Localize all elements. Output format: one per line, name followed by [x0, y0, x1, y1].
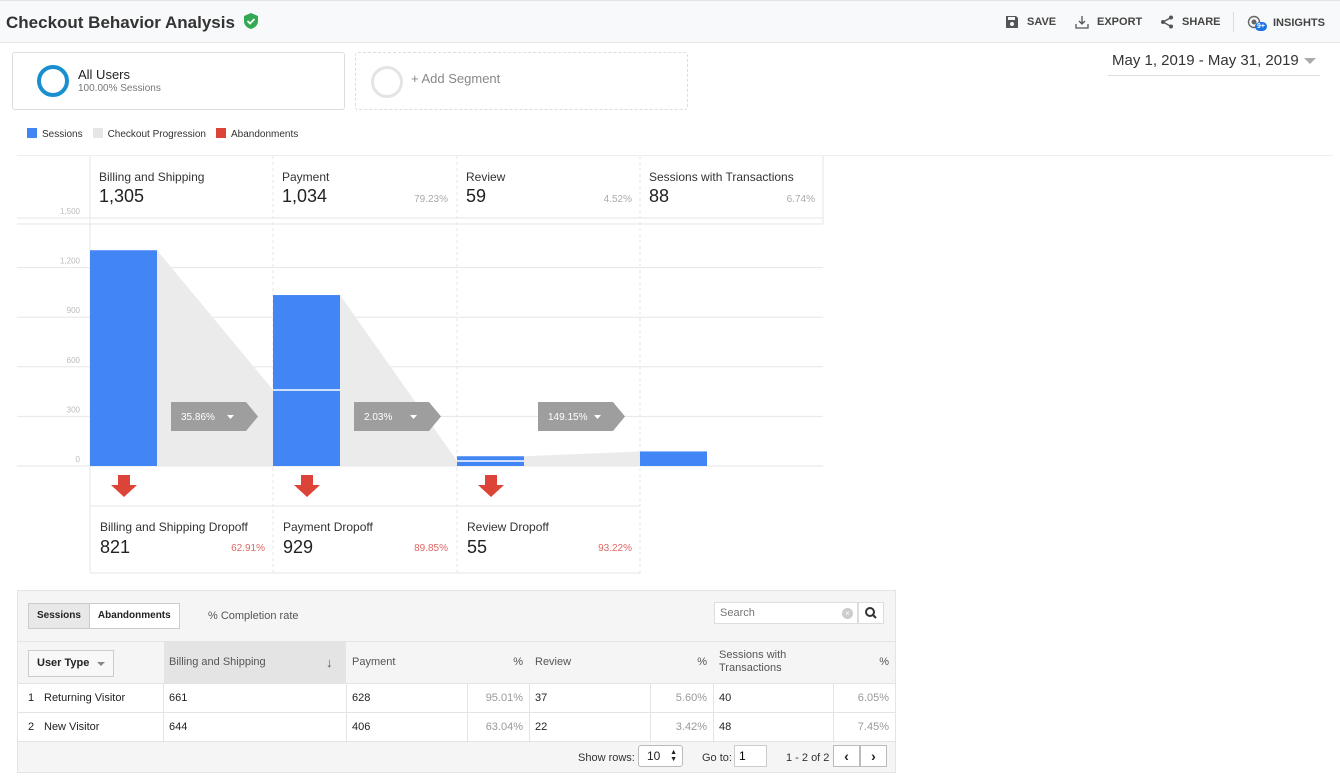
- row-number: 2: [28, 721, 35, 733]
- sort-desc-arrow-icon[interactable]: ↓: [326, 655, 333, 670]
- search-input[interactable]: [714, 602, 858, 624]
- stage-value: 88: [649, 186, 670, 206]
- table-cell: 63.04%: [485, 721, 523, 733]
- tab-sessions[interactable]: Sessions: [28, 603, 90, 629]
- data-table: Sessions Abandonments % Completion rate …: [17, 590, 896, 773]
- table-cell: 37: [535, 692, 548, 704]
- completion-rate-toggle[interactable]: % Completion rate: [208, 610, 299, 622]
- stage-percent: 79.23%: [414, 194, 448, 205]
- download-icon: [1075, 16, 1089, 29]
- table-cell: 661: [169, 692, 188, 704]
- metric-tabs: Sessions Abandonments: [28, 603, 180, 629]
- stage-percent: 4.52%: [603, 194, 632, 205]
- dropdown-caret-icon: [97, 662, 105, 670]
- sessions-bar: [273, 295, 340, 466]
- table-cell: 22: [535, 721, 548, 733]
- dropdown-caret-icon: [1304, 58, 1316, 70]
- stage-label: Review: [466, 170, 506, 184]
- column-header[interactable]: Billing and Shipping: [169, 656, 340, 669]
- dropoff-value: 55: [467, 537, 488, 557]
- share-icon: [1161, 15, 1173, 29]
- dropoff-label: Billing and Shipping Dropoff: [100, 520, 248, 534]
- prev-page-button[interactable]: ‹: [833, 745, 860, 767]
- user-type-link[interactable]: Returning Visitor: [44, 692, 125, 704]
- insights-button[interactable]: 9+ INSIGHTS: [1247, 15, 1325, 31]
- next-page-button[interactable]: ›: [860, 745, 887, 767]
- dropoff-label: Payment Dropoff: [283, 520, 373, 534]
- save-button[interactable]: SAVE: [1005, 15, 1056, 29]
- column-header[interactable]: %: [473, 656, 523, 669]
- export-button[interactable]: EXPORT: [1075, 15, 1142, 29]
- y-tick-label: 0: [76, 455, 81, 464]
- checkout-progression-area: [157, 250, 273, 466]
- table-cell: 644: [169, 721, 188, 733]
- table-cell: 6.05%: [857, 692, 889, 704]
- abandonment-arrow-icon: [478, 475, 504, 497]
- y-tick-label: 900: [67, 306, 81, 315]
- search-icon: [865, 607, 877, 619]
- checkout-progression-area: [524, 451, 640, 466]
- search-button[interactable]: [858, 602, 884, 624]
- table-cell: 3.42%: [675, 721, 707, 733]
- row-number: 1: [28, 692, 35, 704]
- stage-label: Billing and Shipping: [99, 170, 205, 184]
- checkout-progression-area: [340, 295, 457, 466]
- y-tick-label: 600: [67, 356, 81, 365]
- dropoff-percent: 93.22%: [598, 543, 632, 554]
- dropoff-value: 929: [283, 537, 314, 557]
- funnel-chart: 0 300 600 900 1,200 1,500 35.86% 2.03% 149.15%: [17, 156, 824, 574]
- column-header[interactable]: Review: [535, 656, 644, 669]
- stage-value: 1,034: [282, 186, 328, 206]
- dropoff-value: 821: [100, 537, 131, 557]
- dropoff-percent: 89.85%: [414, 543, 448, 554]
- y-tick-label: 1,500: [60, 207, 81, 216]
- dropoff-percent: 62.91%: [231, 543, 265, 554]
- table-cell: 406: [352, 721, 371, 733]
- abandonment-arrow-icon: [294, 475, 320, 497]
- stage-percent: 6.74%: [786, 194, 815, 205]
- table-cell: 48: [719, 721, 732, 733]
- divider: [1233, 12, 1234, 32]
- sessions-bar: [640, 451, 707, 466]
- column-header[interactable]: %: [839, 656, 889, 669]
- column-header[interactable]: %: [656, 656, 707, 669]
- show-rows-select[interactable]: 10 ▲ ▼: [638, 745, 683, 767]
- share-button[interactable]: SHARE: [1160, 15, 1221, 29]
- date-range-picker[interactable]: May 1, 2019 - May 31, 2019: [1108, 52, 1320, 76]
- goto-page-input[interactable]: [734, 745, 767, 767]
- column-header[interactable]: Payment: [352, 656, 461, 669]
- progression-rate-label: 2.03%: [364, 412, 392, 423]
- save-icon: [1006, 16, 1018, 28]
- abandonment-arrow-icon: [111, 475, 137, 497]
- table-cell: 7.45%: [857, 721, 889, 733]
- stage-value: 1,305: [99, 186, 145, 206]
- progression-rate-label: 149.15%: [548, 412, 588, 423]
- user-type-dimension-select[interactable]: User Type: [28, 650, 114, 677]
- clear-search-icon[interactable]: ×: [842, 608, 853, 619]
- table-cell: 95.01%: [485, 692, 523, 704]
- user-type-link[interactable]: New Visitor: [44, 721, 99, 733]
- tab-abandonments[interactable]: Abandonments: [89, 603, 180, 629]
- column-header[interactable]: Sessions with Transactions: [719, 649, 827, 675]
- dropoff-label: Review Dropoff: [467, 520, 549, 534]
- stage-value: 59: [466, 186, 487, 206]
- stage-label: Sessions with Transactions: [649, 170, 794, 184]
- stepper-icon: ▲ ▼: [670, 749, 677, 763]
- stage-label: Payment: [282, 170, 330, 184]
- y-tick-label: 300: [67, 405, 81, 414]
- sessions-bar: [90, 250, 157, 466]
- progression-rate-label: 35.86%: [181, 412, 215, 423]
- table-cell: 40: [719, 692, 732, 704]
- y-tick-label: 1,200: [60, 257, 81, 266]
- table-cell: 628: [352, 692, 371, 704]
- insights-icon: 9+: [1247, 15, 1267, 31]
- table-cell: 5.60%: [675, 692, 707, 704]
